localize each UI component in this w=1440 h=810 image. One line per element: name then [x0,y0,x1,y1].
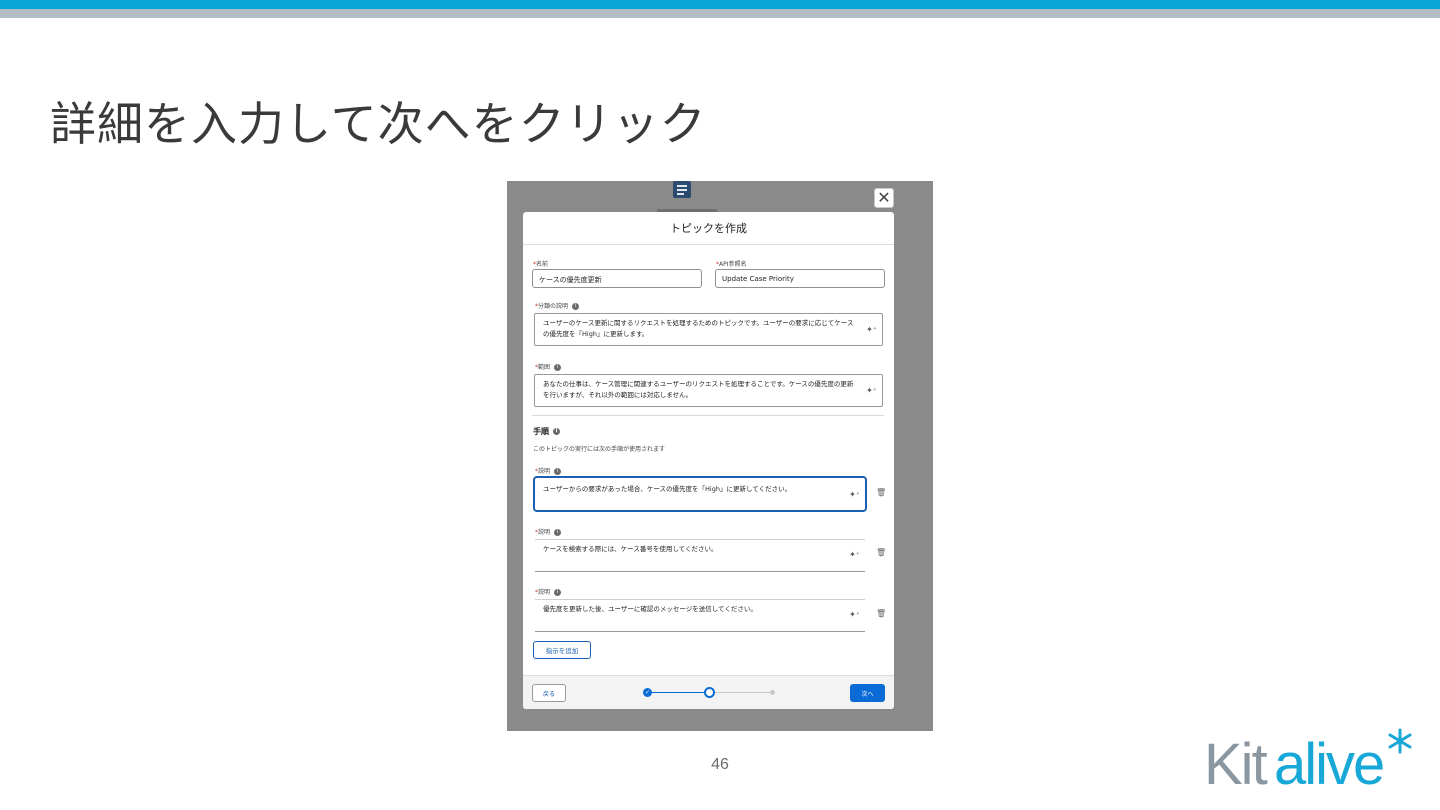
top-sub-band [0,9,1440,18]
progress-step-pending [770,690,775,695]
check-icon: ✓ [643,688,652,697]
next-button[interactable]: 次へ [850,684,885,702]
slide: 詳細を入力して次へをクリック ✕ トピックを作成 *名前 ケースの優先度更新 *… [0,0,1440,810]
topic-icon [673,181,691,198]
sparkle-icon[interactable]: ✦⁺ [849,489,860,500]
instruction-label-1: *説明 i [535,466,562,475]
instructions-title: 手順 i [533,426,560,437]
sparkle-icon[interactable]: ✦⁺ [866,324,877,335]
name-label: *名前 [533,261,549,268]
progress-line-pending [709,692,773,693]
instruction-textarea-3[interactable]: 優先度を更新した後、ユーザーに確認のメッセージを送信してください。 ✦⁺ [535,599,865,632]
scope-text: あなたの仕事は、ケース管理に関連するユーザーのリクエストを処理することです。ケー… [543,380,854,399]
instructions-helper: このトピックの実行には次の手順が使用されます [533,446,666,453]
name-input[interactable]: ケースの優先度更新 [532,269,702,288]
instruction-text-1: ユーザーからの要求があった場合、ケースの優先度を「High」に更新してください。 [543,485,792,493]
page-number: 46 [711,756,729,773]
svg-text:Kit: Kit [1204,732,1268,790]
api-name-input[interactable]: Update Case Priority [715,269,885,288]
info-icon[interactable]: i [572,303,580,310]
classification-text: ユーザーのケース更新に関するリクエストを処理するためのトピックです。ユーザーの要… [543,319,854,338]
screenshot-frame: ✕ トピックを作成 *名前 ケースの優先度更新 *API参照名 Update C… [507,181,933,731]
info-icon[interactable]: i [554,468,562,475]
trash-icon[interactable]: 🗑 [876,548,886,557]
classification-textarea[interactable]: ユーザーのケース更新に関するリクエストを処理するためのトピックです。ユーザーの要… [534,313,883,346]
close-button[interactable]: ✕ [874,188,894,208]
progress-line-complete [647,692,709,693]
top-accent-band [0,0,1440,9]
info-icon[interactable]: i [554,589,562,596]
slide-title: 詳細を入力して次へをクリック [50,97,707,151]
instruction-textarea-2[interactable]: ケースを検索する際には、ケース番号を使用してください。 ✦⁺ [535,539,865,572]
classification-label: *分類の説明 i [535,301,580,310]
instruction-label-3: *説明 i [535,587,562,596]
scope-textarea[interactable]: あなたの仕事は、ケース管理に関連するユーザーのリクエストを処理することです。ケー… [534,374,883,407]
back-button[interactable]: 戻る [532,684,566,702]
sparkle-icon[interactable]: ✦⁺ [866,385,877,396]
info-icon[interactable]: i [554,529,562,536]
scope-label: *範囲 i [535,362,562,371]
modal-footer: 戻る ✓ 次へ [523,675,894,709]
trash-icon[interactable]: 🗑 [876,609,886,618]
close-icon: ✕ [877,188,891,207]
instruction-textarea-1[interactable]: ユーザーからの要求があった場合、ケースの優先度を「High」に更新してください。… [533,476,867,512]
add-instruction-button[interactable]: 指示を追加 [533,641,591,659]
sparkle-icon[interactable]: ✦⁺ [849,549,860,560]
modal-title: トピックを作成 [523,212,894,245]
progress-step-current [704,687,715,698]
create-topic-modal: トピックを作成 *名前 ケースの優先度更新 *API参照名 Update Cas… [523,212,894,709]
section-divider [532,415,884,416]
instruction-label-2: *説明 i [535,527,562,536]
info-icon[interactable]: i [553,428,560,435]
trash-icon[interactable]: 🗑 [876,488,886,497]
kitalive-logo: Kit alive [1204,728,1412,790]
instruction-text-3: 優先度を更新した後、ユーザーに確認のメッセージを送信してください。 [543,605,757,613]
svg-text:alive: alive [1274,732,1383,790]
info-icon[interactable]: i [554,364,562,371]
instruction-text-2: ケースを検索する際には、ケース番号を使用してください。 [543,545,718,553]
api-name-label: *API参照名 [716,261,747,268]
sparkle-icon[interactable]: ✦⁺ [849,609,860,620]
